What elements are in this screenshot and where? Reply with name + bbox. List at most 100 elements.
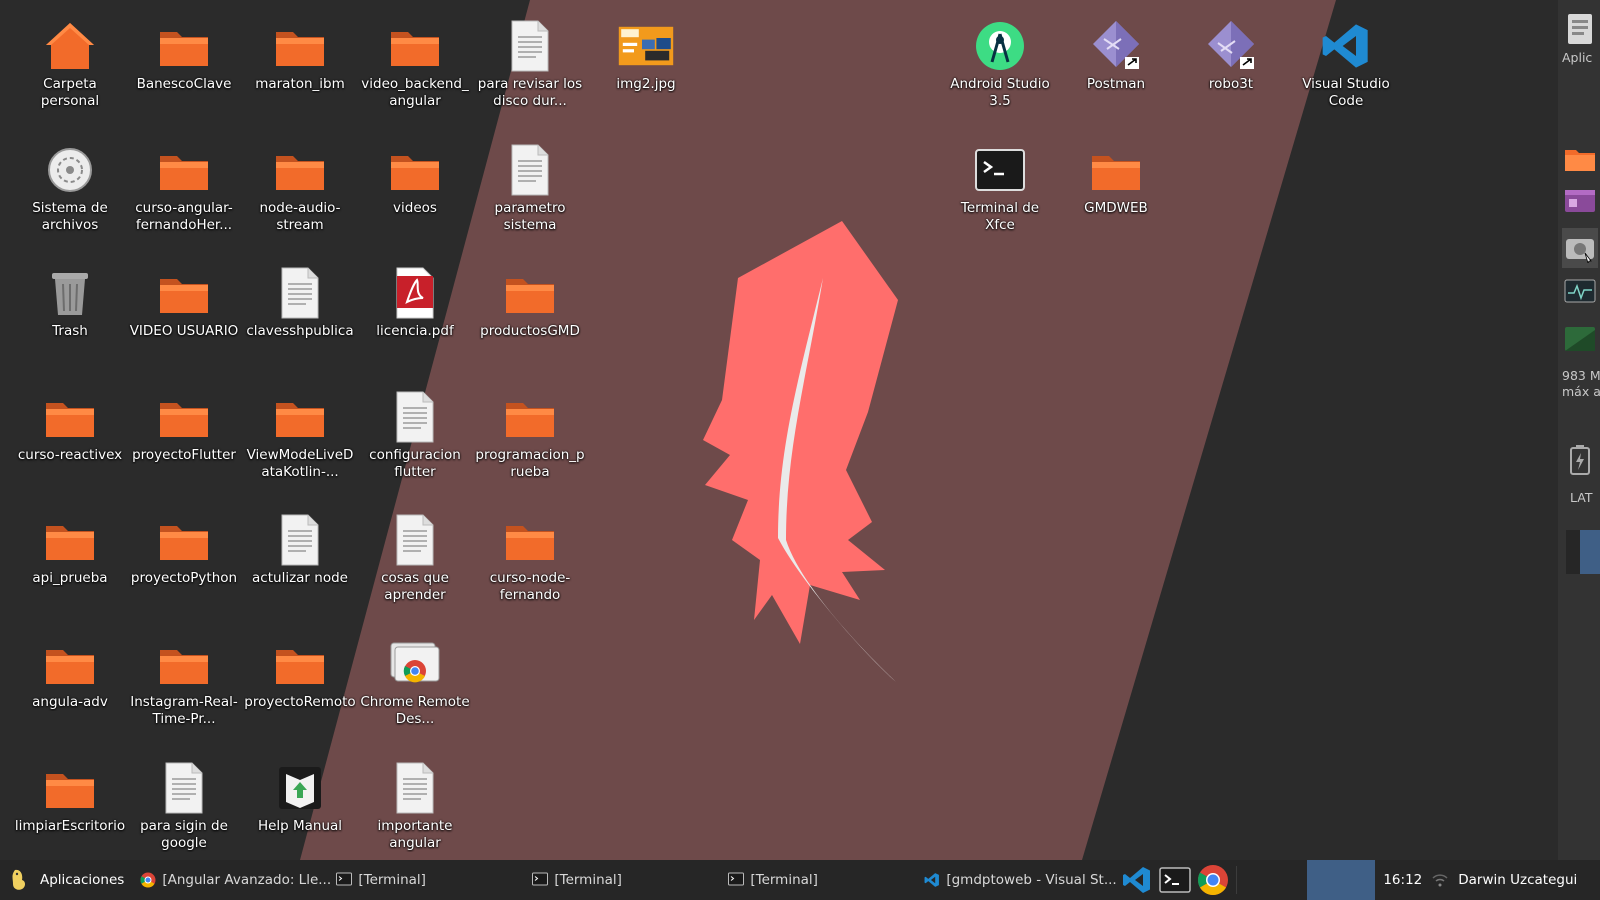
desktop-icon[interactable]: node-audio-stream: [244, 142, 356, 234]
desktop-icon-label: BanescoClave: [136, 76, 232, 92]
desktop-icon-label: Sistema de archivos: [32, 200, 108, 233]
desktop-icon[interactable]: Postman: [1060, 18, 1172, 93]
desktop-icon[interactable]: ViewModeLiveDataKotlin-...: [244, 389, 356, 481]
desktop-icon[interactable]: Terminal de Xfce: [944, 142, 1056, 234]
home-folder-launcher-icon[interactable]: [1562, 142, 1598, 176]
desktop-icon[interactable]: cosas que aprender: [359, 512, 471, 604]
taskbar-window-button[interactable]: [Terminal]: [722, 860, 918, 900]
desktop-icon[interactable]: maraton_ibm: [244, 18, 356, 93]
folder-icon: [272, 142, 328, 198]
desktop-icon-label: video_backend_angular: [361, 76, 469, 109]
desktop-icon[interactable]: api_prueba: [14, 512, 126, 587]
desktop-icon[interactable]: limpiarEscritorio: [14, 760, 126, 835]
folder-icon: [42, 760, 98, 816]
taskbar-window-button[interactable]: [Terminal]: [330, 860, 526, 900]
app-menu-label: Aplic: [1562, 50, 1593, 65]
desktop-icon[interactable]: configuracion flutter: [359, 389, 471, 481]
desktop-icon[interactable]: licencia.pdf: [359, 265, 471, 340]
workspace-switcher-2-active[interactable]: [1307, 860, 1376, 900]
desktop-icon-label: angula-adv: [32, 694, 108, 710]
folder-icon: [502, 265, 558, 321]
desktop-icon[interactable]: video_backend_angular: [359, 18, 471, 110]
vscode-icon: [1123, 867, 1151, 893]
desktop-icon[interactable]: Carpeta personal: [14, 18, 126, 110]
desktop-wallpaper: [0, 0, 1600, 900]
desktop-icon-label: actulizar node: [252, 570, 348, 586]
workspace-2-active[interactable]: [1580, 530, 1600, 574]
desktop-icon[interactable]: productosGMD: [474, 265, 586, 340]
vscode-launcher[interactable]: [1118, 860, 1156, 900]
text-file-icon: [272, 265, 328, 321]
desktop-icon[interactable]: VIDEO USUARIO: [128, 265, 240, 340]
taskbar-window-title: [Angular Avanzado: Lle...: [162, 872, 331, 888]
window-manager-icon[interactable]: [1562, 184, 1598, 218]
terminal-icon: [972, 142, 1028, 198]
memory-monitor-icon[interactable]: [1562, 322, 1598, 356]
desktop-icon[interactable]: clavesshpublica: [244, 265, 356, 340]
clock[interactable]: 16:12: [1375, 872, 1428, 888]
battery-icon[interactable]: [1562, 442, 1598, 478]
memory-max-text: máx a: [1562, 384, 1600, 399]
taskbar-window-button[interactable]: [Angular Avanzado: Lle...: [134, 860, 330, 900]
folder-icon: [156, 512, 212, 568]
desktop-icon[interactable]: Android Studio 3.5: [944, 18, 1056, 110]
desktop-icon[interactable]: proyectoPython: [128, 512, 240, 587]
desktop-icon[interactable]: curso-node-fernando: [474, 512, 586, 604]
desktop-icon[interactable]: Instagram-Real-Time-Pr...: [128, 636, 240, 728]
applications-menu-button[interactable]: Aplicaciones: [0, 860, 134, 900]
workspace-1[interactable]: [1566, 530, 1580, 574]
user-menu[interactable]: Darwin Uzcategui: [1452, 872, 1576, 888]
desktop-icon[interactable]: para sigin de google: [128, 760, 240, 852]
chrome-launcher[interactable]: [1194, 860, 1232, 900]
desktop-icon[interactable]: actulizar node: [244, 512, 356, 587]
desktop-icon[interactable]: angula-adv: [14, 636, 126, 711]
desktop-icon[interactable]: videos: [359, 142, 471, 217]
taskbar-window-button[interactable]: [gmdptoweb - Visual St...: [918, 860, 1118, 900]
desktop-icon[interactable]: Sistema de archivos: [14, 142, 126, 234]
desktop-icon[interactable]: img2.jpg: [590, 18, 702, 93]
desktop-icon[interactable]: Visual Studio Code: [1290, 18, 1402, 110]
desktop-icon[interactable]: programacion_prueba: [474, 389, 586, 481]
help-manual-icon: [272, 760, 328, 816]
chrome-icon: [140, 872, 156, 888]
folder-icon: [156, 389, 212, 445]
taskbar-window-title: [Terminal]: [358, 872, 426, 888]
desktop-icon[interactable]: curso-reactivex: [14, 389, 126, 464]
image-thumbnail-icon: [618, 18, 674, 74]
workspace-switcher-1[interactable]: [1241, 860, 1308, 900]
desktop-icon-label: node-audio-stream: [259, 200, 341, 233]
desktop-icon[interactable]: importante angular: [359, 760, 471, 852]
keyboard-layout-indicator[interactable]: LAT: [1570, 490, 1592, 506]
desktop-icon[interactable]: curso-angular-fernandoHer...: [128, 142, 240, 234]
desktop-icon[interactable]: Help Manual: [244, 760, 356, 835]
screenshot-tool-icon[interactable]: [1562, 228, 1598, 268]
desktop-icon[interactable]: proyectoRemoto: [244, 636, 356, 711]
desktop-icon[interactable]: parametro sistema: [474, 142, 586, 234]
pdf-icon: [387, 265, 443, 321]
network-wifi-icon[interactable]: [1428, 860, 1452, 900]
app-menu-icon[interactable]: [1562, 10, 1598, 50]
desktop-icon-label: Android Studio 3.5: [950, 76, 1050, 109]
taskbar-window-button[interactable]: [Terminal]: [526, 860, 722, 900]
folder-icon: [156, 142, 212, 198]
text-file-icon: [387, 512, 443, 568]
folder-icon: [42, 636, 98, 692]
desktop-icon-label: maraton_ibm: [255, 76, 345, 92]
desktop-icon-label: para revisar los disco dur...: [477, 76, 583, 109]
taskbar-separator: [1236, 866, 1238, 894]
desktop-icon[interactable]: para revisar los disco dur...: [474, 18, 586, 110]
terminal-launcher[interactable]: [1156, 860, 1194, 900]
system-monitor-icon[interactable]: [1562, 274, 1598, 308]
desktop-icon[interactable]: Chrome Remote Des...: [359, 636, 471, 728]
home-folder-icon: [42, 18, 98, 74]
trash-icon: [42, 265, 98, 321]
desktop-icon[interactable]: GMDWEB: [1060, 142, 1172, 217]
desktop-icon[interactable]: BanescoClave: [128, 18, 240, 93]
desktop-icon[interactable]: Trash: [14, 265, 126, 340]
desktop-icon[interactable]: robo3t: [1175, 18, 1287, 93]
folder-icon: [42, 389, 98, 445]
desktop-icon-label: Terminal de Xfce: [960, 200, 1040, 233]
desktop-icon-label: api_prueba: [32, 570, 108, 586]
desktop-icon[interactable]: proyectoFlutter: [128, 389, 240, 464]
postman-icon: [1088, 18, 1144, 74]
